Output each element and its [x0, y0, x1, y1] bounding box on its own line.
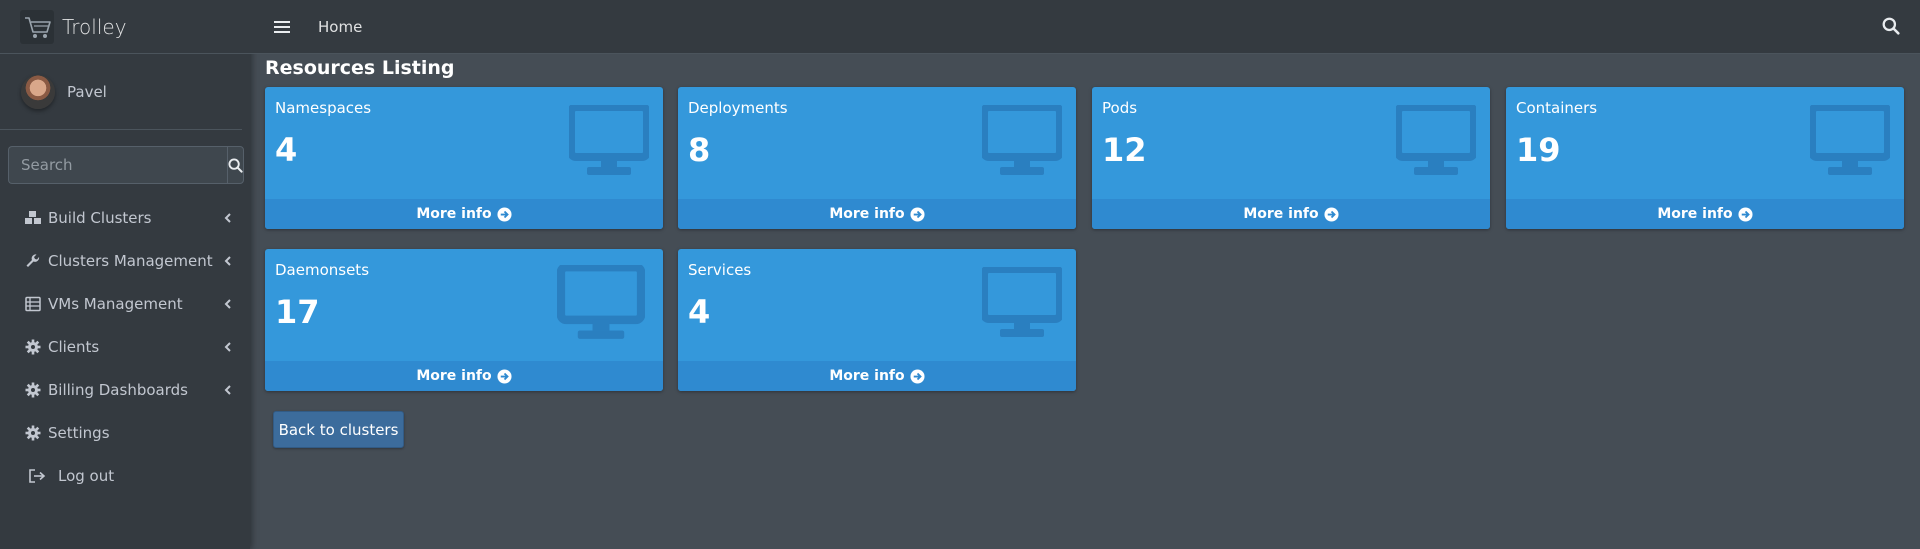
- page-title: Resources Listing: [265, 57, 455, 79]
- info-box-daemonsets: Daemonsets 17 More info: [265, 249, 663, 391]
- sidebar-item-label: VMs Management: [48, 294, 183, 313]
- more-info-label: More info: [829, 368, 905, 384]
- info-box-services: Services 4 More info: [678, 249, 1076, 391]
- search-icon: [228, 157, 243, 173]
- nav-home-link[interactable]: Home: [318, 18, 362, 36]
- chevron-left-icon: [224, 341, 231, 352]
- brand-name: Trolley: [62, 14, 127, 39]
- wrench-icon: [24, 252, 42, 270]
- sidebar-item-vms-management[interactable]: VMs Management: [0, 282, 250, 325]
- gear-icon: [24, 381, 42, 399]
- info-box-namespaces: Namespaces 4 More info: [265, 87, 663, 229]
- info-box-containers: Containers 19 More info: [1506, 87, 1904, 229]
- more-info-label: More info: [416, 368, 492, 384]
- top-navbar: Home: [250, 0, 1920, 54]
- user-panel[interactable]: Pavel: [0, 54, 242, 130]
- desktop-icon: [557, 265, 645, 339]
- chevron-left-icon: [224, 255, 231, 266]
- arrow-circle-right-icon: [910, 206, 925, 222]
- arrow-circle-right-icon: [910, 368, 925, 384]
- sidebar-item-clients[interactable]: Clients: [0, 325, 250, 368]
- sidebar-nav: Build Clusters Clusters Management VMs M…: [0, 196, 250, 497]
- sidebar-item-log-out[interactable]: Log out: [0, 454, 250, 497]
- arrow-circle-right-icon: [1738, 206, 1753, 222]
- server-icon: [24, 295, 42, 313]
- arrow-circle-right-icon: [1324, 206, 1339, 222]
- sidebar-item-clusters-management[interactable]: Clusters Management: [0, 239, 250, 282]
- more-info-label: More info: [1657, 206, 1733, 222]
- back-to-clusters-button[interactable]: Back to clusters: [273, 411, 404, 448]
- cubes-icon: [24, 209, 42, 227]
- more-info-link[interactable]: More info: [1092, 199, 1490, 229]
- gear-icon: [24, 338, 42, 356]
- main-content: Resources Listing Namespaces 4 More info…: [265, 54, 1904, 391]
- search-input[interactable]: [8, 146, 227, 184]
- sidebar-item-settings[interactable]: Settings: [0, 411, 250, 454]
- sidebar-item-build-clusters[interactable]: Build Clusters: [0, 196, 250, 239]
- sidebar-item-label: Settings: [48, 423, 110, 442]
- avatar[interactable]: [21, 74, 55, 109]
- chevron-left-icon: [224, 384, 231, 395]
- desktop-icon: [1396, 105, 1476, 175]
- more-info-label: More info: [1243, 206, 1319, 222]
- sidebar-item-label: Build Clusters: [48, 208, 152, 227]
- search-button[interactable]: [227, 146, 244, 184]
- more-info-label: More info: [416, 206, 492, 222]
- user-name[interactable]: Pavel: [67, 83, 107, 101]
- chevron-left-icon: [224, 298, 231, 309]
- cart-icon: [20, 9, 54, 44]
- sidebar-item-label: Billing Dashboards: [48, 380, 188, 399]
- more-info-link[interactable]: More info: [1506, 199, 1904, 229]
- sidebar-search: [8, 146, 244, 184]
- chevron-left-icon: [224, 212, 231, 223]
- sidebar-item-label: Clusters Management: [48, 251, 213, 270]
- sidebar-item-billing-dashboards[interactable]: Billing Dashboards: [0, 368, 250, 411]
- search-icon[interactable]: [1882, 17, 1900, 35]
- desktop-icon: [569, 105, 649, 175]
- sidebar-item-label: Clients: [48, 337, 100, 356]
- more-info-link[interactable]: More info: [678, 361, 1076, 391]
- arrow-circle-right-icon: [497, 206, 512, 222]
- more-info-link[interactable]: More info: [265, 199, 663, 229]
- more-info-link[interactable]: More info: [265, 361, 663, 391]
- brand-link[interactable]: Trolley: [0, 0, 250, 54]
- sign-out-icon: [28, 467, 46, 485]
- desktop-icon: [982, 267, 1062, 337]
- sidebar-item-label: Log out: [58, 466, 115, 485]
- arrow-circle-right-icon: [497, 368, 512, 384]
- info-box-deployments: Deployments 8 More info: [678, 87, 1076, 229]
- sidebar: Trolley Pavel Build Clusters Clusters Ma…: [0, 0, 250, 549]
- gear-icon: [24, 424, 42, 442]
- info-box-pods: Pods 12 More info: [1092, 87, 1490, 229]
- more-info-label: More info: [829, 206, 905, 222]
- desktop-icon: [1810, 105, 1890, 175]
- more-info-link[interactable]: More info: [678, 199, 1076, 229]
- desktop-icon: [982, 105, 1062, 175]
- hamburger-menu-icon[interactable]: [274, 20, 290, 34]
